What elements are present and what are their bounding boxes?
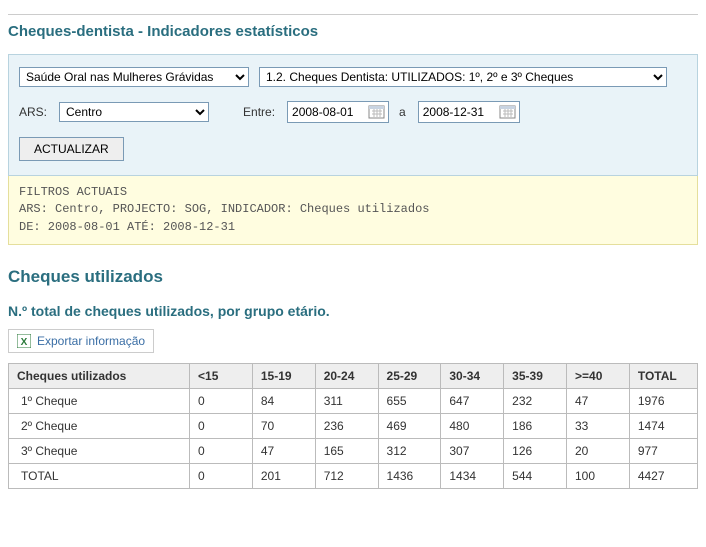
table-subtitle: N.º total de cheques utilizados, por gru… [8, 303, 698, 319]
date-to-input[interactable] [419, 103, 499, 121]
table-cell: 126 [504, 439, 567, 464]
table-col-header: 20-24 [315, 364, 378, 389]
svg-text:X: X [21, 337, 28, 348]
table-cell: 84 [252, 389, 315, 414]
table-row: 1º Cheque084311655647232471976 [9, 389, 698, 414]
table-cell: 312 [378, 439, 441, 464]
table-cell: 33 [567, 414, 630, 439]
table-cell: 469 [378, 414, 441, 439]
calendar-icon[interactable] [368, 104, 386, 120]
table-cell: 311 [315, 389, 378, 414]
table-cell: 647 [441, 389, 504, 414]
table-cell: 0 [190, 464, 253, 489]
table-row: 3º Cheque04716531230712620977 [9, 439, 698, 464]
table-row-header: 1º Cheque [9, 389, 190, 414]
table-cell: 236 [315, 414, 378, 439]
table-col-header: 25-29 [378, 364, 441, 389]
table-cell: 544 [504, 464, 567, 489]
calendar-icon[interactable] [499, 104, 517, 120]
and-label: a [399, 105, 406, 119]
ars-select[interactable]: Centro [59, 102, 209, 122]
filter-panel: Saúde Oral nas Mulheres Grávidas 1.2. Ch… [8, 54, 698, 176]
table-cell: 977 [629, 439, 697, 464]
table-cell: 4427 [629, 464, 697, 489]
page-title: Cheques-dentista - Indicadores estatísti… [8, 23, 698, 40]
section-title: Cheques utilizados [8, 267, 698, 287]
export-button[interactable]: X Exportar informação [8, 329, 154, 353]
table-cell: 0 [190, 439, 253, 464]
table-cell: 480 [441, 414, 504, 439]
date-to-wrapper[interactable] [418, 101, 520, 123]
table-cell: 47 [567, 389, 630, 414]
table-cell: 307 [441, 439, 504, 464]
table-cell: 47 [252, 439, 315, 464]
between-label: Entre: [243, 105, 275, 119]
table-row-header: 3º Cheque [9, 439, 190, 464]
table-cell: 1434 [441, 464, 504, 489]
ars-label: ARS: [19, 105, 47, 119]
table-col-header: 35-39 [504, 364, 567, 389]
table-cell: 0 [190, 389, 253, 414]
top-divider [8, 14, 698, 15]
current-filters-line: DE: 2008-08-01 ATÉ: 2008-12-31 [19, 219, 687, 236]
table-header-row: Cheques utilizados <15 15-19 20-24 25-29… [9, 364, 698, 389]
excel-icon: X [17, 334, 31, 348]
table-cell: 0 [190, 414, 253, 439]
table-col-header: TOTAL [629, 364, 697, 389]
table-cell: 232 [504, 389, 567, 414]
current-filters-line: ARS: Centro, PROJECTO: SOG, INDICADOR: C… [19, 201, 687, 218]
update-button[interactable]: ACTUALIZAR [19, 137, 124, 161]
date-from-wrapper[interactable] [287, 101, 389, 123]
table-col-header: <15 [190, 364, 253, 389]
table-row: 2º Cheque070236469480186331474 [9, 414, 698, 439]
table-cell: 100 [567, 464, 630, 489]
table-row-header: TOTAL [9, 464, 190, 489]
table-col-header: 30-34 [441, 364, 504, 389]
table-cell: 712 [315, 464, 378, 489]
current-filters-line: FILTROS ACTUAIS [19, 184, 687, 201]
project-select[interactable]: Saúde Oral nas Mulheres Grávidas [19, 67, 249, 87]
table-cell: 70 [252, 414, 315, 439]
date-from-input[interactable] [288, 103, 368, 121]
indicator-select[interactable]: 1.2. Cheques Dentista: UTILIZADOS: 1º, 2… [259, 67, 667, 87]
table-cell: 1436 [378, 464, 441, 489]
current-filters-panel: FILTROS ACTUAIS ARS: Centro, PROJECTO: S… [8, 176, 698, 245]
table-cell: 186 [504, 414, 567, 439]
table-row-header: 2º Cheque [9, 414, 190, 439]
table-col-header: >=40 [567, 364, 630, 389]
table-cell: 1474 [629, 414, 697, 439]
table-cell: 201 [252, 464, 315, 489]
export-label: Exportar informação [37, 334, 145, 348]
table-cell: 165 [315, 439, 378, 464]
table-cell: 1976 [629, 389, 697, 414]
table-corner-header: Cheques utilizados [9, 364, 190, 389]
data-table: Cheques utilizados <15 15-19 20-24 25-29… [8, 363, 698, 489]
table-col-header: 15-19 [252, 364, 315, 389]
table-cell: 655 [378, 389, 441, 414]
table-row: TOTAL0201712143614345441004427 [9, 464, 698, 489]
table-cell: 20 [567, 439, 630, 464]
